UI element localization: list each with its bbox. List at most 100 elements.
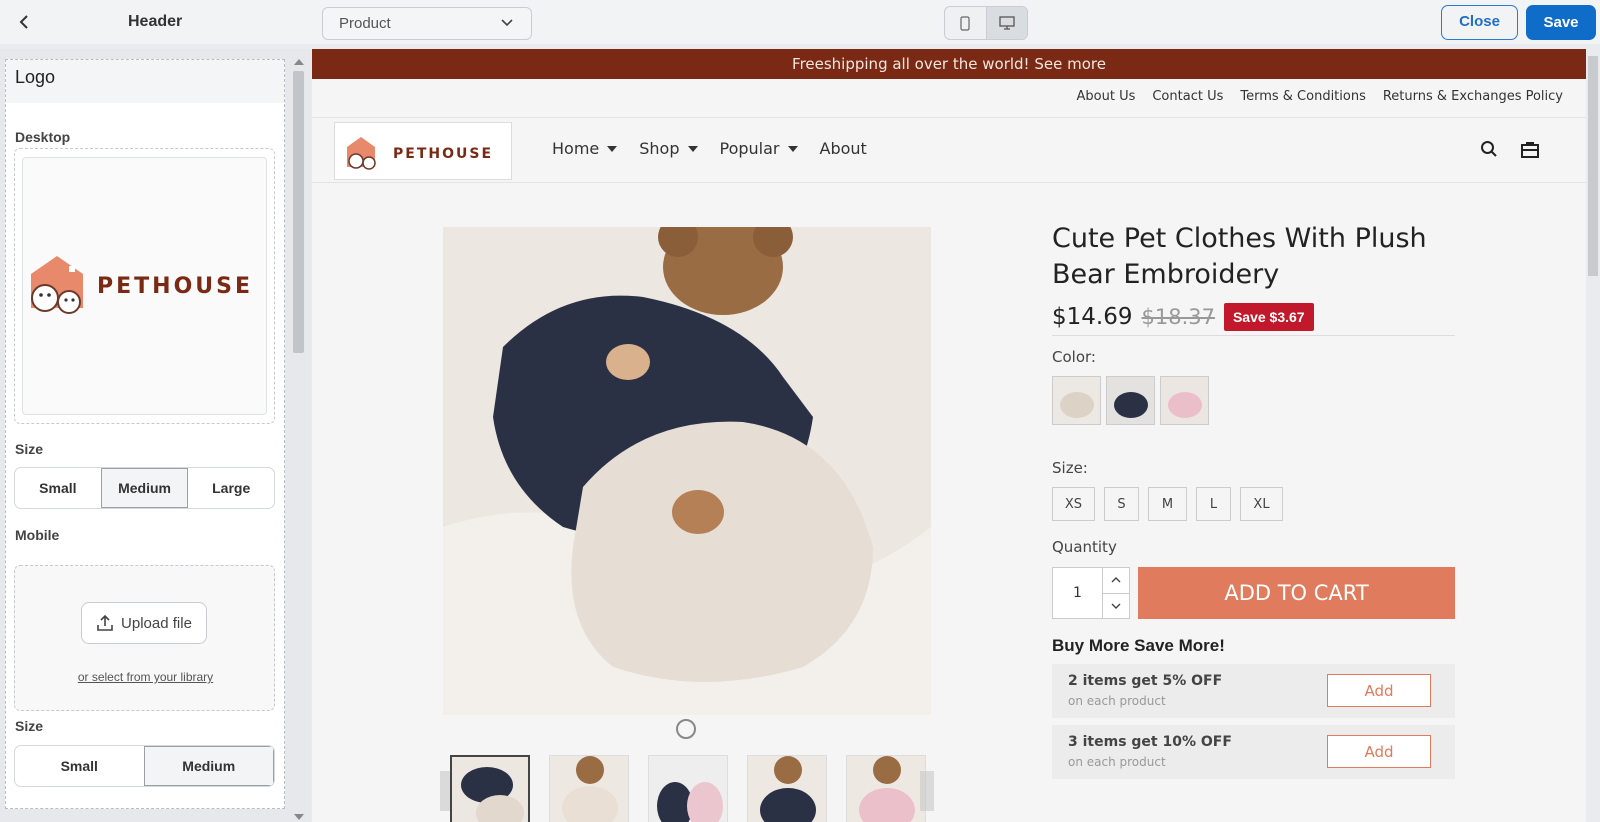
- swatch-cream[interactable]: [1052, 376, 1101, 425]
- close-button[interactable]: Close: [1441, 5, 1518, 40]
- product-info: Cute Pet Clothes With Plush Bear Embroid…: [1052, 221, 1462, 779]
- panel-title: Header: [128, 13, 183, 30]
- desktop-logo-preview: PETHOUSE: [22, 157, 267, 415]
- desktop-size-small[interactable]: Small: [15, 468, 101, 508]
- quantity-stepper: 1: [1052, 567, 1130, 619]
- nav-home[interactable]: Home: [552, 139, 618, 158]
- nav-shop[interactable]: Shop: [639, 139, 698, 158]
- add-to-cart-button[interactable]: ADD TO CART: [1138, 567, 1455, 619]
- cart-row: 1 ADD TO CART: [1052, 567, 1462, 619]
- swatch-cream-image: [1053, 377, 1100, 424]
- chevron-up-icon[interactable]: [1103, 568, 1129, 593]
- settings-panel: Logo Desktop PETHOUSE Size Small Medium …: [0, 49, 311, 822]
- compare-price: $18.37: [1141, 305, 1215, 329]
- chevron-down-icon: [501, 19, 513, 27]
- desktop-logo-dropzone[interactable]: PETHOUSE: [14, 148, 275, 424]
- nav-about[interactable]: About: [820, 139, 867, 158]
- link-terms[interactable]: Terms & Conditions: [1240, 89, 1366, 104]
- mobile-size-selector: Small Medium: [14, 745, 275, 787]
- caret-down-icon: [787, 145, 798, 152]
- tier-title: 3 items get 10% OFF: [1068, 734, 1232, 750]
- product-photo: [443, 227, 931, 715]
- thumb-next-arrow[interactable]: [920, 771, 934, 811]
- caret-down-icon: [607, 145, 618, 152]
- price-row: $14.69 $18.37 Save $3.67: [1052, 303, 1455, 336]
- link-about-us[interactable]: About Us: [1077, 89, 1136, 104]
- desktop-size-selector: Small Medium Large: [14, 467, 275, 509]
- product-price: $14.69: [1052, 304, 1133, 330]
- mobile-label: Mobile: [15, 527, 60, 543]
- nav-popular[interactable]: Popular: [720, 139, 798, 158]
- quantity-input[interactable]: 1: [1053, 568, 1102, 618]
- page-select[interactable]: Product: [322, 7, 532, 40]
- tier-add-button[interactable]: Add: [1327, 735, 1431, 768]
- main-nav: Home Shop Popular About: [552, 139, 867, 158]
- mobile-view-icon[interactable]: [945, 7, 986, 39]
- desktop-label: Desktop: [15, 129, 71, 145]
- pethouse-logo: PETHOUSE: [347, 137, 491, 170]
- scroll-up-arrow[interactable]: [294, 59, 304, 65]
- quantity-label: Quantity: [1052, 538, 1117, 556]
- loading-spinner-icon: [676, 719, 696, 739]
- size-l[interactable]: L: [1196, 487, 1231, 521]
- bundle-tier: 3 items get 10% OFF on each product Add: [1052, 725, 1455, 779]
- size-xl[interactable]: XL: [1240, 487, 1283, 521]
- mobile-logo-dropzone[interactable]: Upload file or select from your library: [14, 565, 275, 711]
- thumbnail[interactable]: [846, 755, 926, 822]
- store-preview: Freeshipping all over the world! See mor…: [312, 49, 1586, 822]
- thumbnail-photo: [649, 756, 727, 822]
- panel-scroll-thumb[interactable]: [293, 71, 304, 353]
- save-badge: Save $3.67: [1223, 303, 1314, 331]
- thumbnail-photo: [748, 756, 826, 822]
- product-main-image[interactable]: [443, 227, 931, 715]
- nav-popular-label: Popular: [719, 139, 780, 158]
- upload-icon: [97, 614, 113, 631]
- tier-subtitle: on each product: [1068, 755, 1166, 769]
- editor-topbar: Header Product Close Save: [0, 0, 1600, 44]
- tier-add-button[interactable]: Add: [1327, 674, 1431, 707]
- logo-settings: Logo Desktop PETHOUSE Size Small Medium …: [5, 59, 285, 809]
- utility-links: About Us Contact Us Terms & Conditions R…: [1077, 89, 1564, 104]
- swatch-pink-image: [1161, 377, 1208, 424]
- save-button[interactable]: Save: [1526, 5, 1596, 40]
- size-label: Size:: [1052, 459, 1088, 477]
- mobile-size-medium[interactable]: Medium: [143, 746, 274, 786]
- upload-file-button[interactable]: Upload file: [81, 602, 207, 644]
- thumbnail[interactable]: [450, 755, 530, 822]
- scroll-down-arrow[interactable]: [294, 814, 304, 820]
- thumbnail[interactable]: [648, 755, 728, 822]
- thumbnail[interactable]: [549, 755, 629, 822]
- cart-bag-icon[interactable]: [1520, 140, 1540, 158]
- size-s[interactable]: S: [1104, 487, 1139, 521]
- swatch-pink[interactable]: [1160, 376, 1209, 425]
- desktop-size-large[interactable]: Large: [188, 468, 274, 508]
- back-icon[interactable]: [12, 10, 36, 34]
- thumbnail-photo: [847, 756, 925, 822]
- chevron-down-icon[interactable]: [1103, 592, 1129, 619]
- library-link[interactable]: or select from your library: [15, 670, 276, 684]
- mobile-size-small[interactable]: Small: [15, 746, 144, 786]
- desktop-size-label: Size: [15, 441, 44, 457]
- swatch-navy-image: [1107, 377, 1154, 424]
- size-m[interactable]: M: [1148, 487, 1187, 521]
- store-logo[interactable]: PETHOUSE: [334, 122, 512, 180]
- color-swatches: [1052, 376, 1462, 425]
- swatch-navy[interactable]: [1106, 376, 1155, 425]
- preview-scroll-thumb[interactable]: [1588, 56, 1598, 276]
- link-contact-us[interactable]: Contact Us: [1152, 89, 1223, 104]
- product-title: Cute Pet Clothes With Plush Bear Embroid…: [1052, 223, 1427, 290]
- bundle-title: Buy More Save More!: [1052, 636, 1225, 655]
- color-label: Color:: [1052, 348, 1096, 366]
- caret-down-icon: [687, 145, 698, 152]
- search-icon[interactable]: [1480, 140, 1498, 158]
- desktop-view-icon[interactable]: [985, 7, 1027, 39]
- link-returns[interactable]: Returns & Exchanges Policy: [1383, 89, 1563, 104]
- page-select-value: Product: [339, 15, 391, 32]
- size-xs[interactable]: XS: [1052, 487, 1095, 521]
- desktop-size-medium[interactable]: Medium: [100, 468, 189, 508]
- mobile-size-label: Size: [15, 718, 44, 734]
- thumbnail[interactable]: [747, 755, 827, 822]
- announcement-bar[interactable]: Freeshipping all over the world! See mor…: [312, 49, 1586, 79]
- thumbnail-strip: [450, 755, 926, 822]
- nav-home-label: Home: [552, 139, 600, 158]
